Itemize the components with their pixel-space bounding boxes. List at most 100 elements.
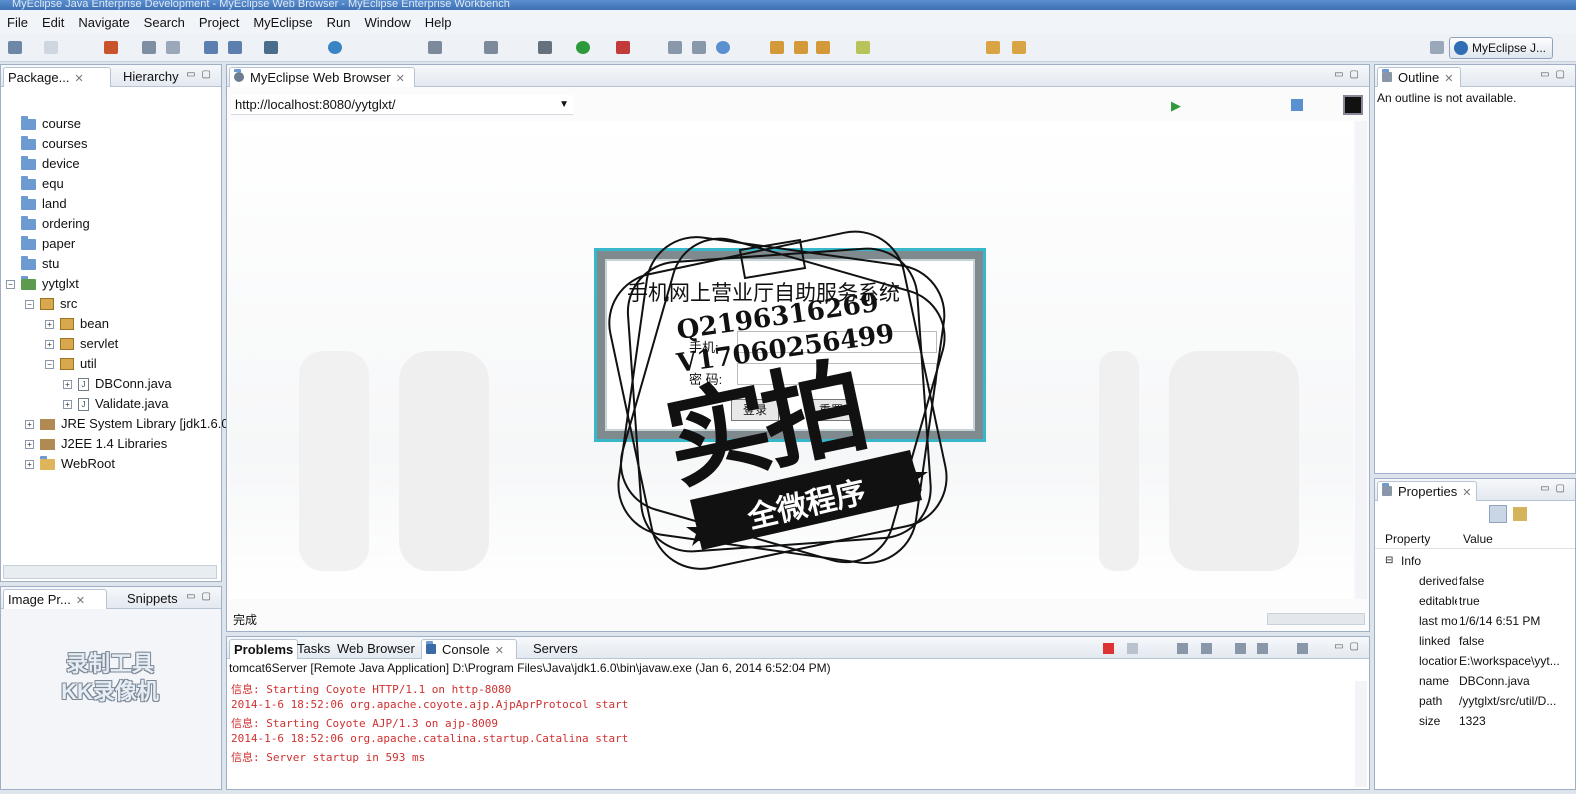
menu-search[interactable]: Search [137, 15, 192, 30]
tab-web-browser-bottom[interactable]: Web Browser [333, 639, 419, 659]
stop-icon[interactable] [1291, 99, 1303, 111]
package-icon[interactable] [692, 41, 706, 54]
minimize-maximize-icon[interactable]: ▭▢ [1334, 69, 1365, 80]
menu-file[interactable]: File [0, 15, 35, 30]
menu-myeclipse[interactable]: MyEclipse [246, 15, 319, 30]
close-icon[interactable]: ✕ [74, 73, 83, 85]
tab-tasks[interactable]: Tasks [293, 639, 334, 659]
browser-options-icon[interactable] [1343, 95, 1363, 115]
perspective-button[interactable]: MyEclipse J... [1449, 37, 1553, 59]
tab-image-preview[interactable]: Image Pr... ✕ [3, 589, 107, 609]
wizard-icon[interactable] [204, 41, 218, 54]
categories-icon[interactable] [1489, 505, 1507, 523]
pin-console-icon[interactable] [1235, 643, 1246, 654]
tab-package-explorer[interactable]: Package... ✕ [3, 67, 111, 87]
expand-icon[interactable]: + [25, 459, 34, 469]
table-row[interactable]: editable true [1375, 591, 1565, 611]
minimize-maximize-icon[interactable]: ▭▢ [186, 69, 217, 80]
password-input[interactable] [737, 363, 937, 385]
tab-problems[interactable]: Problems [229, 639, 299, 659]
menu-help[interactable]: Help [418, 15, 459, 30]
vertical-scrollbar[interactable] [1355, 121, 1367, 599]
globe-icon[interactable] [328, 41, 342, 54]
list-item[interactable]: + JRE System Library [jdk1.6.0 [25, 415, 229, 433]
refresh-icon[interactable] [716, 41, 730, 54]
tab-console[interactable]: Console ✕ [421, 639, 517, 659]
new-icon[interactable] [8, 41, 22, 54]
open-folder-icon[interactable] [770, 41, 784, 54]
clear-console-icon[interactable] [1177, 643, 1188, 654]
display-console-icon[interactable] [1257, 643, 1268, 654]
search-icon[interactable] [484, 41, 498, 54]
terminate-icon[interactable] [1103, 643, 1114, 654]
list-item[interactable]: − src [25, 295, 77, 313]
close-icon[interactable]: ✕ [396, 73, 405, 85]
tab-web-browser[interactable]: MyEclipse Web Browser ✕ [229, 67, 415, 87]
collapse-icon[interactable]: − [45, 359, 54, 369]
run-icon[interactable] [576, 41, 590, 54]
filter-icon[interactable] [1513, 507, 1527, 521]
list-item[interactable]: ordering [21, 215, 90, 233]
save-icon[interactable] [44, 41, 58, 54]
collapse-icon[interactable]: − [6, 279, 15, 289]
external-tools-icon[interactable] [616, 41, 630, 54]
task-icon[interactable] [816, 41, 830, 54]
wizard2-icon[interactable] [228, 41, 242, 54]
expand-icon[interactable]: + [25, 439, 34, 449]
close-icon[interactable]: ✕ [495, 645, 504, 657]
list-item[interactable]: stu [21, 255, 59, 273]
list-item[interactable]: − yytglxt [6, 275, 79, 293]
list-item[interactable]: land [21, 195, 67, 213]
open-type-icon[interactable] [428, 41, 442, 54]
edit-icon[interactable] [794, 41, 808, 54]
open-perspective-icon[interactable] [1430, 41, 1444, 54]
menu-run[interactable]: Run [320, 15, 358, 30]
tab-hierarchy[interactable]: Hierarchy [119, 67, 183, 87]
close-icon[interactable]: ✕ [76, 595, 85, 607]
database-icon[interactable] [166, 41, 180, 54]
tab-servers[interactable]: Servers [529, 639, 582, 659]
list-item[interactable]: paper [21, 235, 75, 253]
debug-icon[interactable] [538, 41, 552, 54]
horizontal-scrollbar[interactable] [3, 565, 217, 579]
collapse-icon[interactable]: ⊟ [1385, 551, 1393, 571]
tab-snippets[interactable]: Snippets [123, 589, 182, 609]
back-icon[interactable] [986, 41, 1000, 54]
list-item[interactable]: device [21, 155, 80, 173]
minimize-maximize-icon[interactable]: ▭▢ [1334, 641, 1365, 652]
list-item[interactable]: course [21, 115, 81, 133]
collapse-icon[interactable]: − [25, 299, 34, 309]
annotation-icon[interactable] [856, 41, 870, 54]
table-row[interactable]: location E:\workspace\yyt... [1375, 651, 1565, 671]
properties-group[interactable]: ⊟ Info [1375, 551, 1565, 571]
menu-edit[interactable]: Edit [35, 15, 71, 30]
list-item[interactable]: − util [45, 355, 97, 373]
minimize-maximize-icon[interactable]: ▭▢ [1540, 483, 1571, 494]
list-item[interactable]: + servlet [45, 335, 118, 353]
menu-navigate[interactable]: Navigate [71, 15, 136, 30]
go-icon[interactable]: ▶ [1171, 98, 1181, 114]
chevron-down-icon[interactable]: ▼ [559, 95, 569, 115]
close-icon[interactable]: ✕ [1462, 487, 1471, 499]
expand-icon[interactable]: + [63, 399, 72, 409]
table-row[interactable]: path/yytglxt/src/util/D... [1375, 691, 1565, 711]
username-input[interactable] [737, 331, 937, 353]
expand-icon[interactable]: + [25, 419, 34, 429]
login-button[interactable]: 登录 [731, 399, 779, 421]
list-item[interactable]: courses [21, 135, 88, 153]
table-row[interactable]: name DBConn.java [1375, 671, 1565, 691]
web-project-icon[interactable] [264, 41, 278, 54]
table-row[interactable]: last modified1/6/14 6:51 PM [1375, 611, 1565, 631]
forward-icon[interactable] [1012, 41, 1026, 54]
menu-window[interactable]: Window [357, 15, 417, 30]
table-row[interactable]: linked false [1375, 631, 1565, 651]
server-icon[interactable] [142, 41, 156, 54]
list-item[interactable]: equ [21, 175, 64, 193]
scroll-lock-icon[interactable] [1201, 643, 1212, 654]
list-item[interactable]: + WebRoot [25, 455, 115, 473]
class-icon[interactable] [668, 41, 682, 54]
close-icon[interactable]: ✕ [1444, 73, 1453, 85]
minimize-maximize-icon[interactable]: ▭▢ [186, 591, 217, 602]
menu-project[interactable]: Project [192, 15, 246, 30]
list-item[interactable]: + J DBConn.java [63, 375, 172, 393]
